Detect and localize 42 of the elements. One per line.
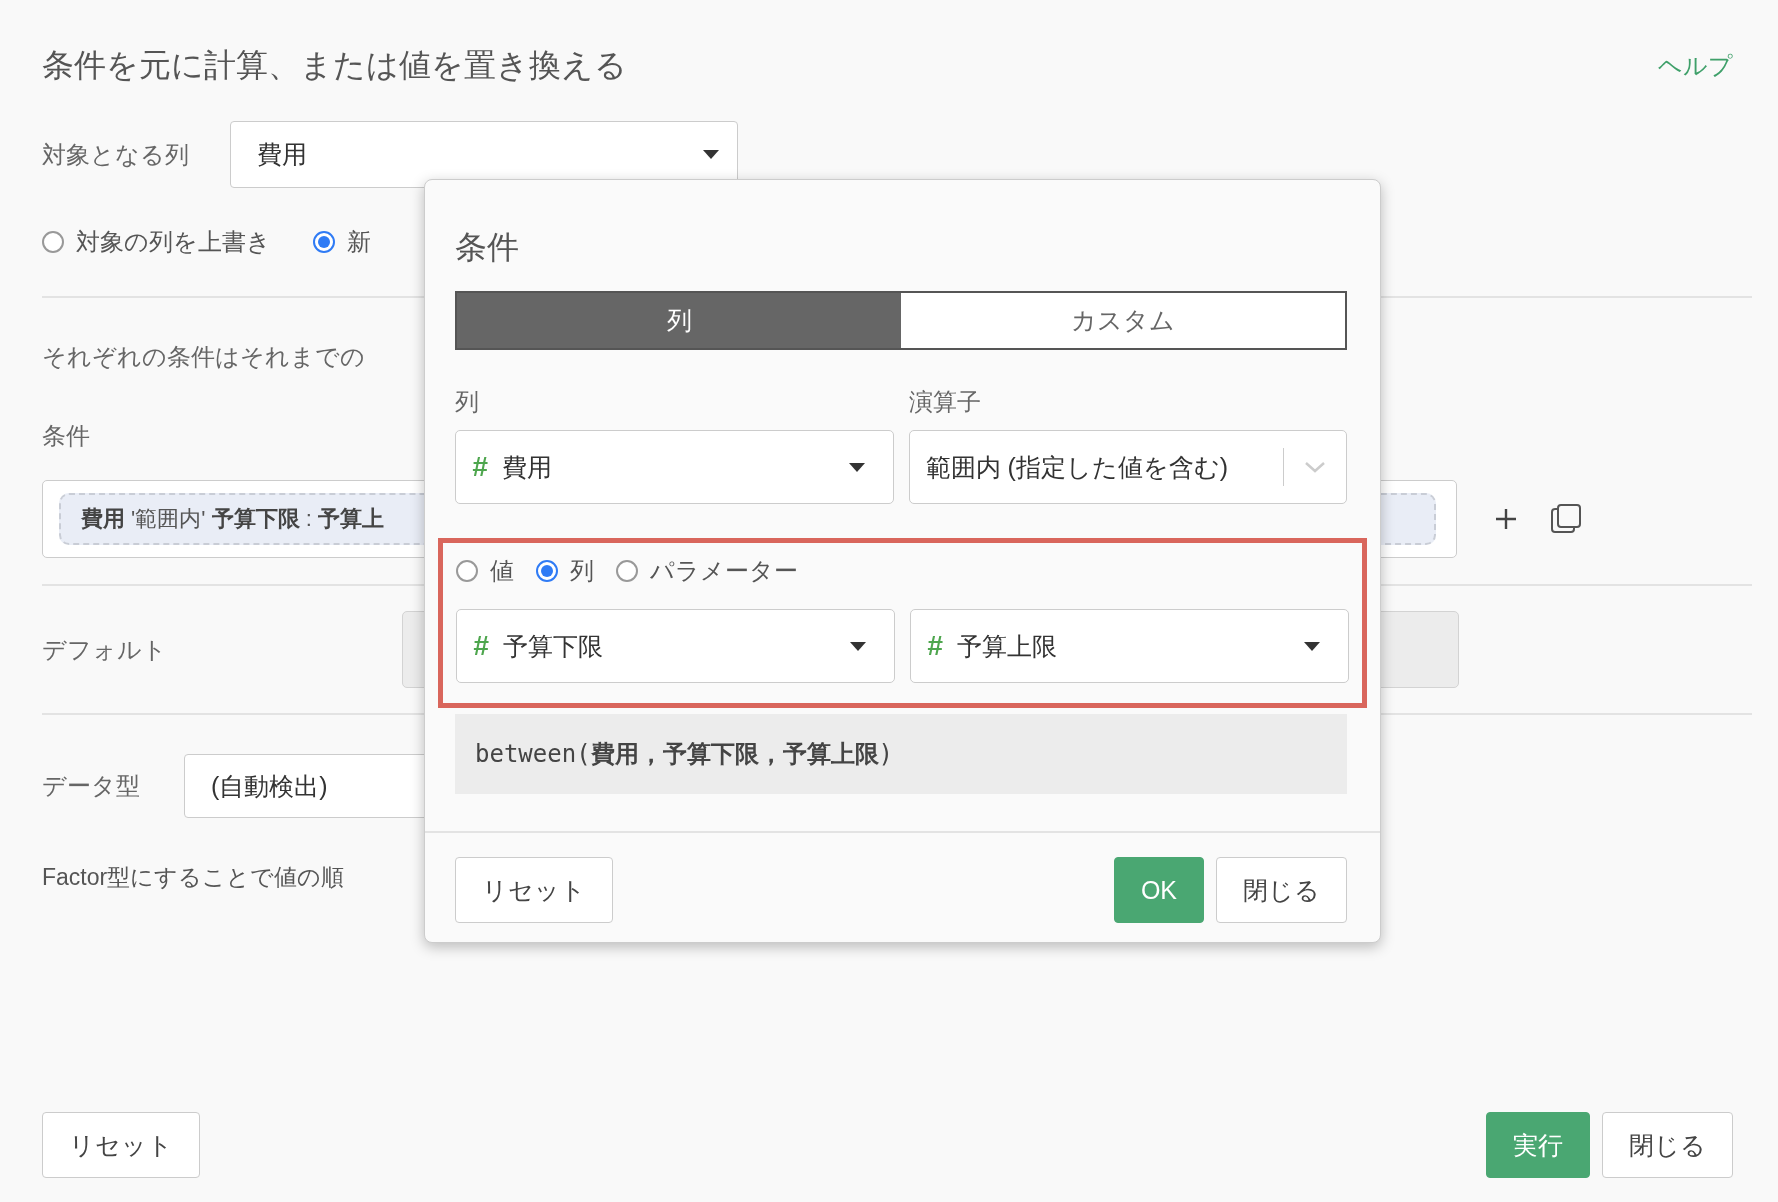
close-button[interactable]: 閉じる — [1216, 857, 1347, 923]
chevron-down-icon — [1304, 461, 1326, 473]
radio-option[interactable]: パラメーター — [616, 555, 798, 587]
radio-option[interactable]: 値 — [456, 555, 514, 587]
expression-text: between(費用，予算下限，予算上限) — [475, 739, 894, 770]
column-dropdown[interactable]: # 予算上限 — [910, 609, 1349, 683]
radio-label: 新 — [347, 227, 371, 257]
note-text: Factor型にすることで値の順 — [42, 862, 345, 892]
column-dropdown[interactable]: # 予算下限 — [456, 609, 895, 683]
field-label: 対象となる列 — [42, 139, 190, 170]
operator-dropdown[interactable]: 範囲内 (指定した値を含む) — [908, 430, 1347, 504]
copy-icon[interactable] — [1551, 504, 1581, 534]
reset-button[interactable]: リセット — [42, 1112, 200, 1178]
section-label: 条件 — [42, 421, 90, 451]
radio-label: パラメーター — [650, 556, 798, 586]
radio-label: 対象の列を上書き — [76, 227, 271, 257]
description-text: それぞれの条件はそれまでの — [42, 342, 365, 372]
field-label: 列 — [455, 388, 479, 415]
column-dropdown[interactable]: # 費用 — [455, 430, 894, 504]
add-icon[interactable] — [1495, 508, 1517, 530]
caret-icon — [703, 150, 719, 159]
mode-tab[interactable]: カスタム — [901, 293, 1345, 348]
hash-icon: # — [472, 451, 488, 483]
radio-label: 列 — [570, 556, 594, 586]
hash-icon: # — [927, 630, 943, 662]
radio-option[interactable]: 列 — [536, 555, 594, 587]
radio-option[interactable]: 対象の列を上書き — [42, 226, 271, 258]
caret-icon — [1304, 641, 1320, 651]
field-label: データ型 — [42, 771, 141, 801]
column-dropdown[interactable]: 費用 — [230, 121, 738, 188]
field-label: デフォルト — [42, 634, 167, 665]
field-label: 演算子 — [908, 388, 981, 415]
dialog-title: 条件 — [455, 227, 519, 267]
caret-icon — [848, 462, 865, 472]
radio-option[interactable]: 新 — [313, 226, 371, 258]
caret-icon — [850, 641, 866, 651]
page-title: 条件を元に計算、または値を置き換える — [42, 46, 627, 85]
hash-icon: # — [473, 630, 489, 662]
reset-button[interactable]: リセット — [455, 857, 613, 923]
close-button[interactable]: 閉じる — [1602, 1112, 1733, 1178]
mode-tab[interactable]: 列 — [457, 293, 901, 348]
radio-label: 値 — [490, 556, 514, 586]
